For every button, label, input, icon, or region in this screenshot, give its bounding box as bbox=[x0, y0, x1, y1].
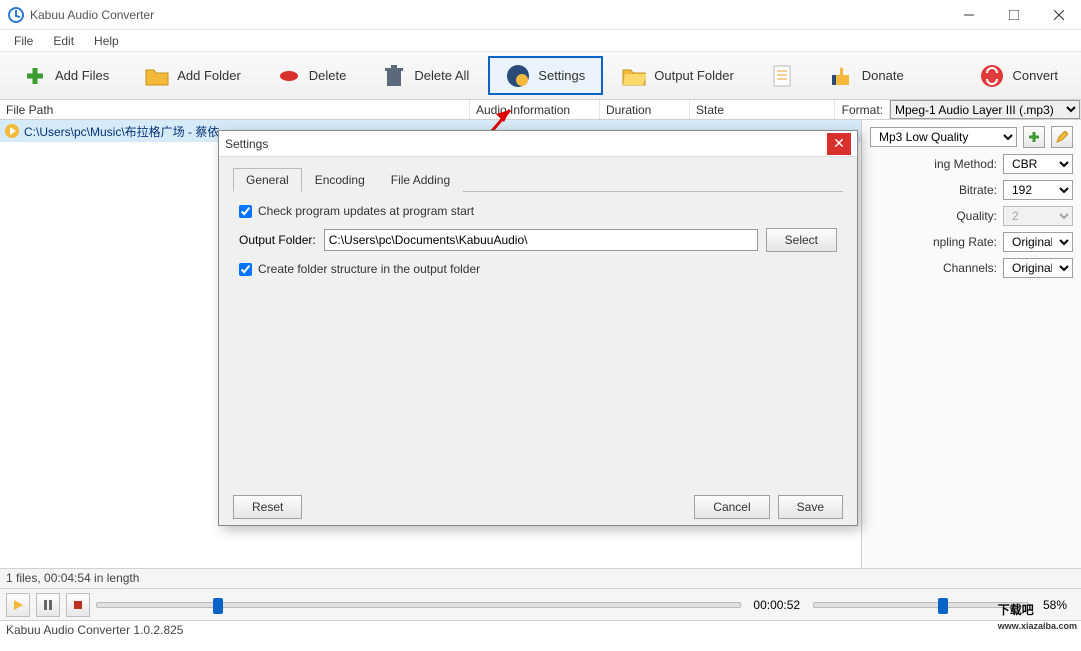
play-icon[interactable] bbox=[4, 123, 20, 139]
delete-all-button[interactable]: Delete All bbox=[365, 56, 486, 95]
maximize-button[interactable] bbox=[991, 0, 1036, 30]
sampling-rate-select[interactable]: Original bbox=[1003, 232, 1073, 252]
tab-encoding[interactable]: Encoding bbox=[302, 168, 378, 192]
bitrate-select[interactable]: 192 bbox=[1003, 180, 1073, 200]
donate-button[interactable]: Donate bbox=[813, 56, 921, 95]
status-summary: 1 files, 00:04:54 in length bbox=[6, 571, 139, 585]
settings-button[interactable]: Settings bbox=[488, 56, 603, 95]
time-display: 00:00:52 bbox=[747, 598, 807, 612]
menu-edit[interactable]: Edit bbox=[45, 32, 82, 50]
watermark: 下载吧 www.xiazaiba.com bbox=[998, 591, 1077, 631]
add-files-button[interactable]: Add Files bbox=[6, 56, 126, 95]
minus-icon bbox=[277, 64, 301, 88]
preset-select[interactable]: Mp3 Low Quality bbox=[870, 127, 1017, 147]
cancel-button[interactable]: Cancel bbox=[694, 495, 769, 519]
quality-label: Quality: bbox=[956, 209, 997, 223]
player-bar: 00:00:52 58% bbox=[0, 588, 1081, 620]
output-folder-label: Output Folder bbox=[654, 68, 734, 83]
watermark-url: www.xiazaiba.com bbox=[998, 621, 1077, 631]
plus-icon bbox=[23, 64, 47, 88]
quality-select: 2 bbox=[1003, 206, 1073, 226]
title-bar: Kabuu Audio Converter bbox=[0, 0, 1081, 30]
convert-button[interactable]: Convert bbox=[963, 56, 1075, 95]
toolbar: Add Files Add Folder Delete Delete All S… bbox=[0, 52, 1081, 100]
reset-button[interactable]: Reset bbox=[233, 495, 302, 519]
convert-label: Convert bbox=[1012, 68, 1058, 83]
delete-button[interactable]: Delete bbox=[260, 56, 364, 95]
tab-general[interactable]: General bbox=[233, 168, 302, 192]
tab-file-adding[interactable]: File Adding bbox=[378, 168, 463, 192]
col-state[interactable]: State bbox=[690, 100, 835, 119]
watermark-text: 下载吧 bbox=[998, 603, 1034, 617]
channels-label: Channels: bbox=[943, 261, 997, 275]
column-header-row: File Path Audio Information Duration Sta… bbox=[0, 100, 1081, 120]
encoding-method-label: ing Method: bbox=[934, 157, 997, 171]
format-select[interactable]: Mpeg-1 Audio Layer III (.mp3) bbox=[890, 100, 1080, 119]
thumbs-up-icon bbox=[830, 64, 854, 88]
version-text: Kabuu Audio Converter 1.0.2.825 bbox=[6, 623, 183, 637]
file-path-text: C:\Users\pc\Music\布拉格广场 - 蔡依 bbox=[24, 123, 219, 140]
add-preset-button[interactable] bbox=[1023, 126, 1045, 148]
dialog-title: Settings bbox=[225, 137, 827, 151]
seek-slider[interactable] bbox=[96, 602, 741, 608]
trash-icon bbox=[382, 64, 406, 88]
delete-all-label: Delete All bbox=[414, 68, 469, 83]
convert-icon bbox=[980, 64, 1004, 88]
gear-globe-icon bbox=[506, 64, 530, 88]
col-file-path[interactable]: File Path bbox=[0, 100, 470, 119]
document-button[interactable] bbox=[753, 56, 811, 95]
side-panel: Mp3 Low Quality ing Method: CBR Bitrate: 1… bbox=[861, 120, 1081, 568]
check-updates-checkbox[interactable]: Check program updates at program start bbox=[239, 204, 837, 218]
create-folder-structure-checkbox[interactable]: Create folder structure in the output fo… bbox=[239, 262, 837, 276]
encoding-method-select[interactable]: CBR bbox=[1003, 154, 1073, 174]
menu-help[interactable]: Help bbox=[86, 32, 127, 50]
minimize-button[interactable] bbox=[946, 0, 991, 30]
output-folder-input[interactable] bbox=[324, 229, 758, 251]
pause-button[interactable] bbox=[36, 593, 60, 617]
close-button[interactable] bbox=[1036, 0, 1081, 30]
volume-slider[interactable] bbox=[813, 602, 1029, 608]
output-folder-button[interactable]: Output Folder bbox=[605, 56, 751, 95]
save-button[interactable]: Save bbox=[778, 495, 843, 519]
settings-label: Settings bbox=[538, 68, 585, 83]
menu-file[interactable]: File bbox=[6, 32, 41, 50]
sampling-rate-label: npling Rate: bbox=[933, 235, 997, 249]
delete-label: Delete bbox=[309, 68, 347, 83]
version-bar: Kabuu Audio Converter 1.0.2.825 bbox=[0, 620, 1081, 640]
channels-select[interactable]: Original bbox=[1003, 258, 1073, 278]
output-folder-label: Output Folder: bbox=[239, 233, 316, 247]
edit-preset-button[interactable] bbox=[1051, 126, 1073, 148]
donate-label: Donate bbox=[862, 68, 904, 83]
dialog-tabs: General Encoding File Adding bbox=[233, 167, 843, 192]
add-folder-button[interactable]: Add Folder bbox=[128, 56, 258, 95]
play-button[interactable] bbox=[6, 593, 30, 617]
app-title: Kabuu Audio Converter bbox=[30, 8, 946, 22]
check-updates-label: Check program updates at program start bbox=[258, 204, 474, 218]
format-label: Format: bbox=[835, 100, 890, 119]
dialog-titlebar[interactable]: Settings ✕ bbox=[219, 131, 857, 157]
add-files-label: Add Files bbox=[55, 68, 109, 83]
settings-dialog: Settings ✕ General Encoding File Adding … bbox=[218, 130, 858, 526]
document-icon bbox=[770, 64, 794, 88]
bitrate-label: Bitrate: bbox=[959, 183, 997, 197]
col-duration[interactable]: Duration bbox=[600, 100, 690, 119]
app-icon bbox=[8, 7, 24, 23]
col-audio-info[interactable]: Audio Information bbox=[470, 100, 600, 119]
stop-button[interactable] bbox=[66, 593, 90, 617]
select-folder-button[interactable]: Select bbox=[766, 228, 837, 252]
folder-plus-icon bbox=[145, 64, 169, 88]
menu-bar: File Edit Help bbox=[0, 30, 1081, 52]
status-bar: 1 files, 00:04:54 in length bbox=[0, 568, 1081, 588]
folder-open-icon bbox=[622, 64, 646, 88]
dialog-close-button[interactable]: ✕ bbox=[827, 133, 851, 155]
add-folder-label: Add Folder bbox=[177, 68, 241, 83]
create-folder-structure-label: Create folder structure in the output fo… bbox=[258, 262, 480, 276]
